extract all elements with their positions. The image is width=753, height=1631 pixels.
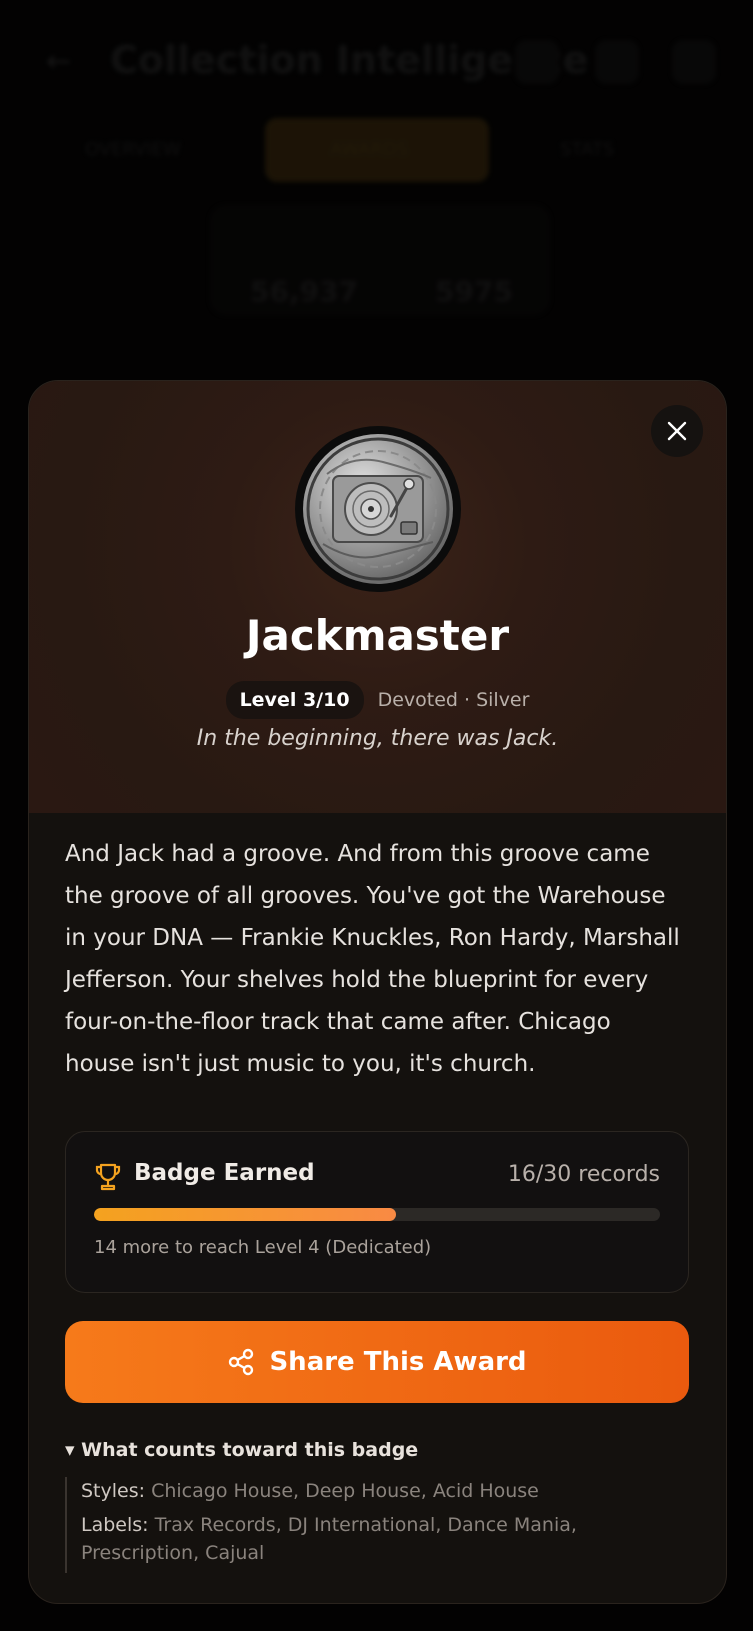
level-badge: Level 3/10 [225,681,364,719]
progress-bar [94,1208,660,1221]
trophy-icon [95,1163,121,1191]
level-row: Level 3/10 Devoted · Silver [29,681,726,719]
progress-title: Badge Earned [134,1160,315,1186]
criteria-styles: Styles: Chicago House, Deep House, Acid … [81,1477,701,1505]
tier-label: Devoted · Silver [377,689,530,711]
criteria-labels: Labels: Trax Records, DJ International, … [81,1511,701,1567]
progress-next-level: 14 more to reach Level 4 (Dedicated) [94,1237,432,1258]
share-button-label: Share This Award [269,1347,527,1377]
award-hero: Jackmaster Level 3/10 Devoted · Silver I… [29,381,726,813]
criteria-styles-key: Styles: [81,1480,146,1502]
badge-tagline: In the beginning, there was Jack. [196,726,559,751]
badge-description: And Jack had a groove. And from this gro… [65,841,680,1077]
progress-card: Badge Earned 16/30 records 14 more to re… [65,1131,689,1293]
badge-medal-icon [295,426,461,592]
close-icon [667,421,687,441]
criteria-toggle[interactable]: ▾ What counts toward this badge [65,1439,418,1461]
badge-title: Jackmaster [245,611,510,660]
progress-count: 16/30 records [507,1162,660,1187]
share-icon [229,1348,254,1376]
close-button[interactable] [651,405,703,457]
criteria-labels-key: Labels: [81,1514,149,1536]
progress-bar-fill [94,1208,396,1221]
award-modal: Jackmaster Level 3/10 Devoted · Silver I… [28,380,727,1604]
share-award-button[interactable]: Share This Award [65,1321,689,1403]
criteria-styles-value: Chicago House, Deep House, Acid House [151,1480,539,1502]
criteria-list: Styles: Chicago House, Deep House, Acid … [65,1477,701,1573]
criteria-labels-value: Trax Records, DJ International, Dance Ma… [81,1514,577,1564]
